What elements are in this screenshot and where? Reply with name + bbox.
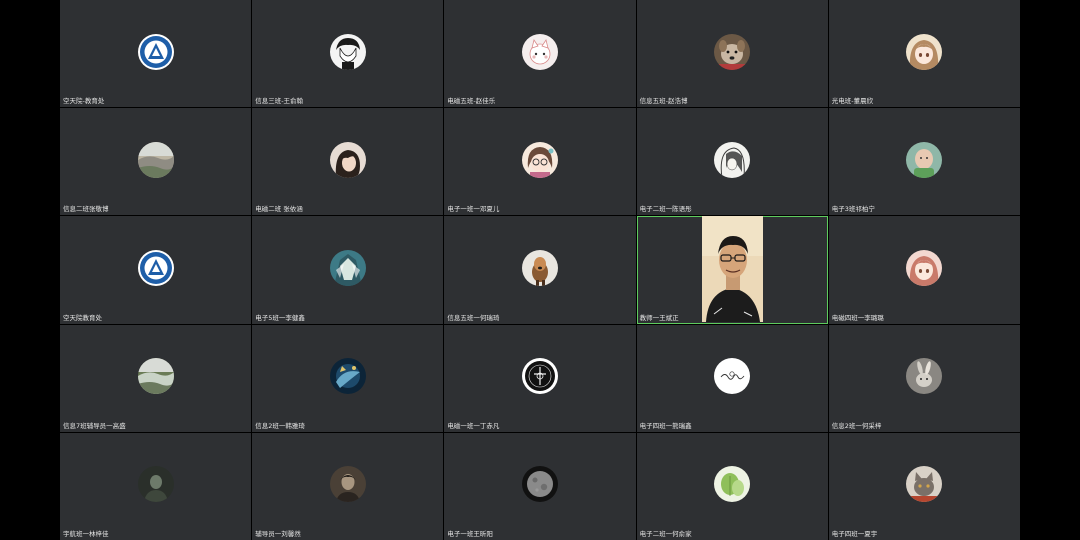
participant-tile[interactable]: 电磁五班-赵佳乐 [444,0,636,108]
underwater-avatar-icon [329,358,366,395]
sketch-girl-avatar-icon [714,141,751,178]
participant-tile[interactable]: 电子5班一李健鑫 [252,216,444,324]
cartoon-glasses-girl-icon [521,141,558,178]
participant-tile[interactable]: 电磁四班一李璐璐 [828,216,1020,324]
participant-name: 电磁二班 张依涵 [255,205,303,214]
baby-avatar-icon [906,141,943,178]
participant-name: 电子5班一李健鑫 [255,313,305,322]
participant-tile[interactable]: 信息二班张敬博 [60,108,252,216]
rabbit-avatar-icon [906,358,943,395]
dog-photo-avatar-icon [521,249,558,286]
participant-name: 电磁一班一丁赤凡 [447,421,500,430]
landscape-avatar-icon [137,141,174,178]
participant-tile[interactable]: 电子二班一何俞家 [636,432,828,540]
landscape-avatar-icon [137,358,174,395]
participant-tile[interactable]: 信息五班一何瑞琦 [444,216,636,324]
participant-tile[interactable]: 光电班-董晨欣 [828,0,1020,108]
moon-avatar-icon [521,466,558,503]
cartoon-cat-avatar-icon [521,33,558,70]
participant-tile[interactable]: 电子四班一熊瑞鑫 [636,324,828,432]
school-logo-icon [137,249,174,286]
anime-character-avatar-icon [329,249,366,286]
participant-tile[interactable]: 空天院教育处 [60,216,252,324]
signature-avatar-icon [714,358,751,395]
participant-tile[interactable]: 信息7班辅导员一高盛 [60,324,252,432]
participant-name: 电磁五班-赵佳乐 [447,97,496,106]
participant-name: 信息五班-赵浩博 [639,97,688,106]
participant-name: 空天院-教育处 [63,97,105,106]
participant-name: 电磁四班一李璐璐 [831,313,884,322]
emblem-avatar-icon [521,358,558,395]
girl-photo-avatar-icon [329,141,366,178]
participant-tile[interactable]: 教师一王斌正 [636,216,828,324]
participant-tile[interactable]: 宇航班一林梓佳 [60,432,252,540]
cat-avatar-icon [906,466,943,503]
participant-tile[interactable]: 电子一班一邓夏儿 [444,108,636,216]
participant-name: 电子四班一夏宇 [831,529,878,538]
participant-name: 电子一班王昕阳 [447,529,493,538]
video-feed [701,216,763,323]
participant-name: 光电班-董晨欣 [831,97,874,106]
participant-tile[interactable]: 信息2班一韩雅琦 [252,324,444,432]
participant-name: 电子二班一陈语彤 [639,205,692,214]
school-logo-icon [137,33,174,70]
anime-girl-avatar-icon [906,249,943,286]
participant-tile[interactable]: 信息三班-王俞翰 [252,0,444,108]
participant-grid: 空天院-教育处 信息三班-王俞翰 电磁五班-赵佳乐 信息五班-赵浩博 光电班-董… [60,0,1020,540]
participant-name: 电子四班一熊瑞鑫 [639,421,692,430]
participant-tile[interactable]: 电磁二班 张依涵 [252,108,444,216]
plant-avatar-icon [714,466,751,503]
anime-girl-avatar-icon [906,33,943,70]
participant-tile[interactable]: 信息2班一何采梓 [828,324,1020,432]
participant-tile[interactable]: 电磁一班一丁赤凡 [444,324,636,432]
portrait-avatar-icon [329,466,366,503]
participant-tile[interactable]: 电子二班一陈语彤 [636,108,828,216]
participant-name: 信息二班张敬博 [63,205,109,214]
participant-name: 宇航班一林梓佳 [63,529,109,538]
participant-tile[interactable]: 电子3班祁柏宁 [828,108,1020,216]
participant-name: 电子二班一何俞家 [639,529,692,538]
participant-name: 信息五班一何瑞琦 [447,313,500,322]
participant-name: 辅导员一刘馨然 [255,529,301,538]
participant-tile[interactable]: 电子一班王昕阳 [444,432,636,540]
participant-name: 电子一班一邓夏儿 [447,205,500,214]
participant-name: 信息7班辅导员一高盛 [63,421,126,430]
dark-portrait-avatar-icon [137,466,174,503]
participant-tile[interactable]: 空天院-教育处 [60,0,252,108]
participant-tile[interactable]: 信息五班-赵浩博 [636,0,828,108]
participant-name: 信息2班一韩雅琦 [255,421,305,430]
anime-boy-avatar-icon [329,33,366,70]
participant-name: 信息2班一何采梓 [831,421,882,430]
participant-tile[interactable]: 辅导员一刘馨然 [252,432,444,540]
participant-name: 教师一王斌正 [639,313,679,322]
participant-tile[interactable]: 电子四班一夏宇 [828,432,1020,540]
participant-name: 电子3班祁柏宁 [831,205,875,214]
participant-name: 信息三班-王俞翰 [255,97,304,106]
participant-name: 空天院教育处 [63,313,102,322]
dog-avatar-icon [714,33,751,70]
